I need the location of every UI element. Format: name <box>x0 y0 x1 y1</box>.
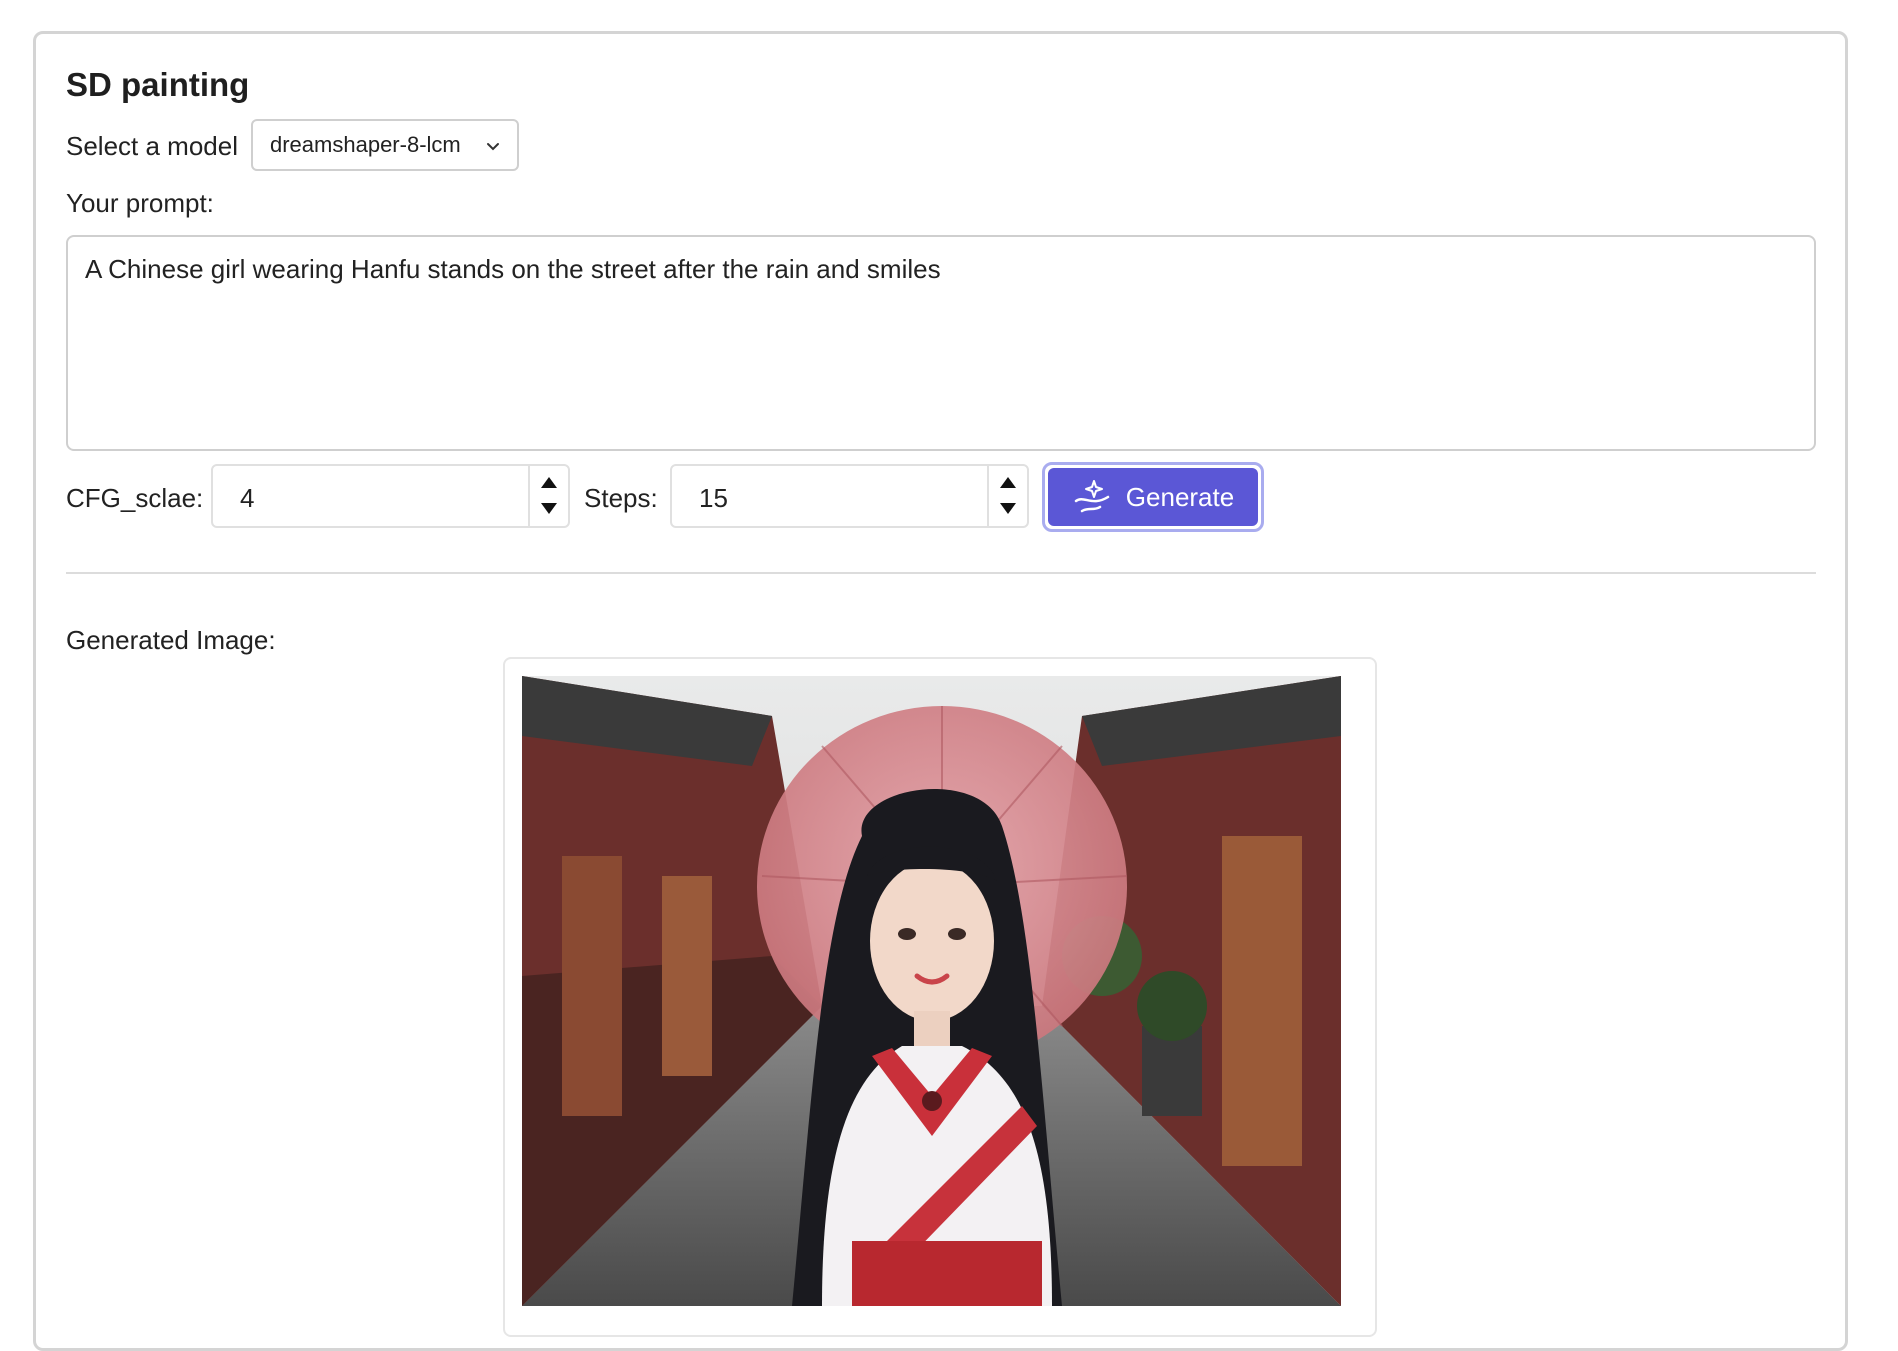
model-select[interactable]: dreamshaper-8-lcm <box>251 119 519 171</box>
cfg-value: 4 <box>240 483 255 513</box>
panel-title: SD painting <box>66 66 250 103</box>
cfg-label: CFG_sclae: <box>66 483 204 513</box>
arrow-up-icon[interactable] <box>999 475 1017 489</box>
model-label: Select a model <box>66 131 238 161</box>
steps-label: Steps: <box>584 483 658 513</box>
chevron-down-icon <box>487 143 499 151</box>
prompt-label: Your prompt: <box>66 188 214 218</box>
model-select-value: dreamshaper-8-lcm <box>270 132 461 157</box>
steps-stepper[interactable]: 15 <box>670 464 1029 528</box>
arrow-up-icon[interactable] <box>540 475 558 489</box>
arrow-down-icon[interactable] <box>999 502 1017 516</box>
cfg-stepper[interactable]: 4 <box>211 464 570 528</box>
generated-image-label: Generated Image: <box>66 625 276 655</box>
steps-value: 15 <box>699 483 728 513</box>
generate-button[interactable]: Generate <box>1042 462 1264 532</box>
arrow-down-icon[interactable] <box>540 502 558 516</box>
steps-spin-buttons[interactable] <box>987 466 1027 526</box>
generate-label: Generate <box>1125 481 1235 512</box>
divider <box>66 572 1816 574</box>
generated-image <box>522 676 1341 1306</box>
prompt-input[interactable]: A Chinese girl wearing Hanfu stands on t… <box>66 235 1816 451</box>
cfg-spin-buttons[interactable] <box>528 466 568 526</box>
sparkle-icon <box>1074 480 1110 513</box>
